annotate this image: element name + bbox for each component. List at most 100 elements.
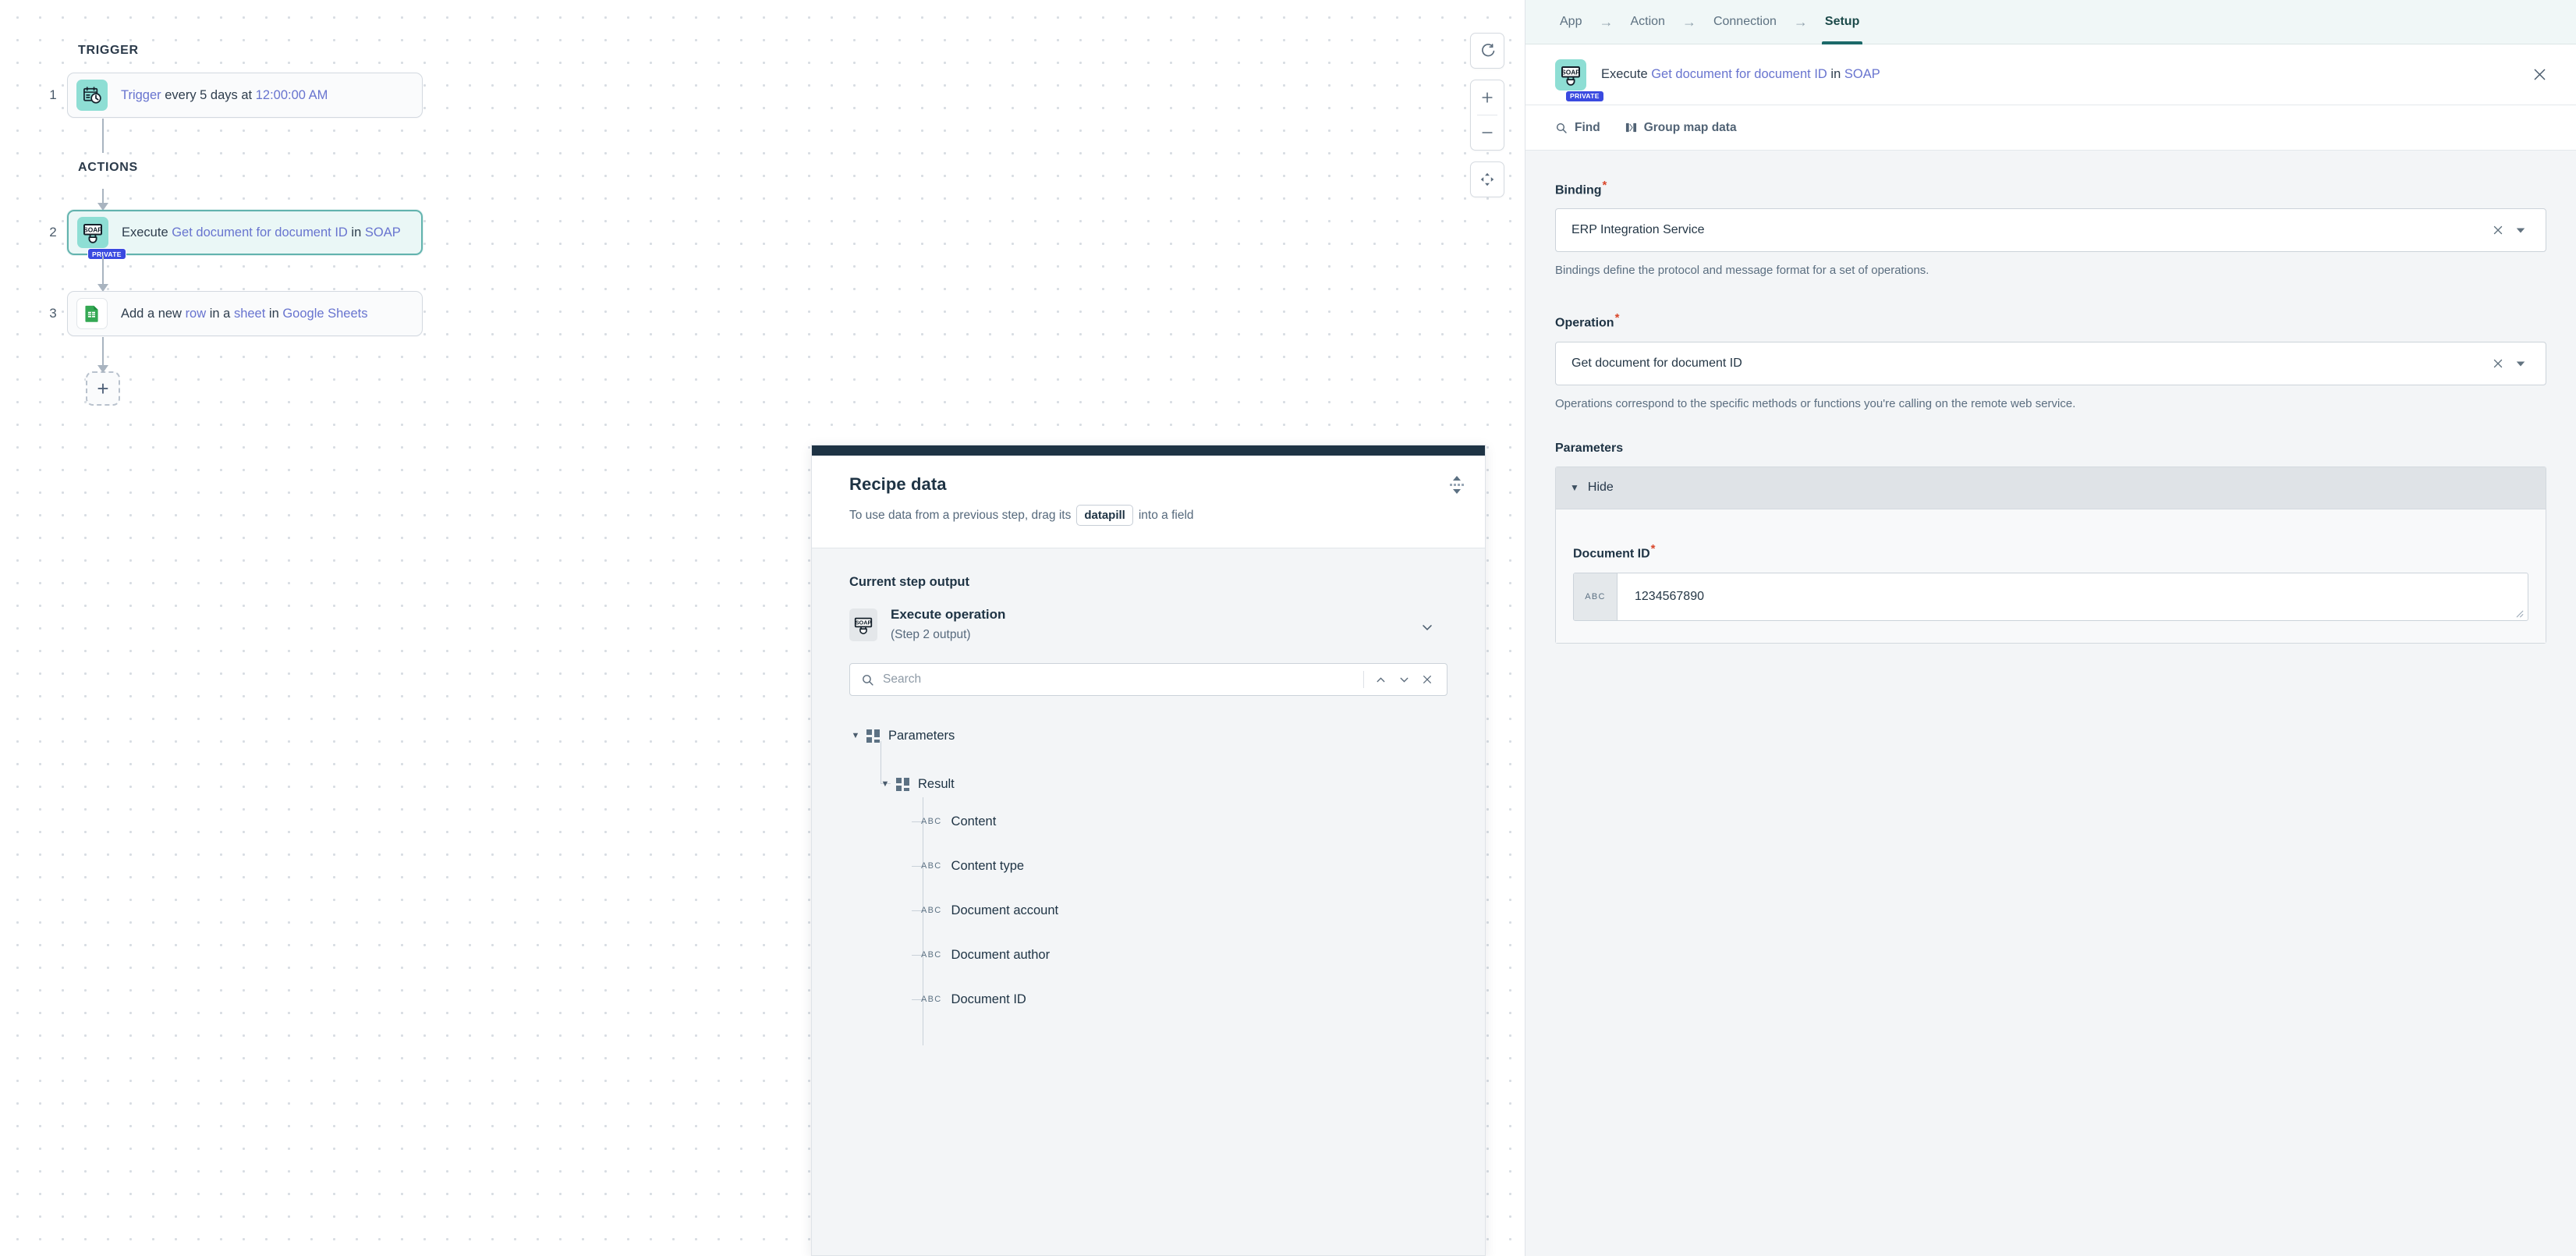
fit-to-screen-icon[interactable] bbox=[1470, 162, 1504, 197]
recipe-flow: TRIGGER 1 bbox=[39, 44, 788, 406]
chevron-down-icon[interactable] bbox=[1419, 619, 1435, 635]
required-marker: * bbox=[1603, 179, 1607, 192]
reset-view-icon[interactable] bbox=[1470, 34, 1504, 68]
recipe-canvas[interactable]: TRIGGER 1 bbox=[0, 0, 1525, 1256]
clear-binding-icon[interactable] bbox=[2486, 223, 2510, 237]
step-number: 2 bbox=[39, 225, 67, 240]
resize-grip-icon[interactable] bbox=[2514, 608, 2525, 619]
datapill-chip[interactable]: datapill bbox=[1076, 505, 1133, 526]
subtitle-after: into a field bbox=[1139, 509, 1194, 523]
search-input[interactable]: Search bbox=[849, 663, 1447, 696]
tab-app[interactable]: App bbox=[1555, 0, 1586, 44]
chevron-down-icon[interactable] bbox=[2510, 358, 2532, 369]
trigger-time: 12:00:00 AM bbox=[256, 88, 328, 102]
tab-action[interactable]: Action bbox=[1625, 0, 1669, 44]
tab-connection[interactable]: Connection bbox=[1709, 0, 1781, 44]
google-sheets-step-card[interactable]: Add a new row in a sheet in Google Sheet… bbox=[67, 291, 423, 336]
tree-node-result[interactable]: ▼ Result bbox=[879, 769, 955, 799]
in-keyword: in bbox=[1827, 67, 1844, 81]
google-sheets-icon bbox=[76, 298, 108, 329]
divider bbox=[1363, 671, 1364, 688]
binding-select[interactable]: ERP Integration Service bbox=[1555, 208, 2546, 252]
chevron-down-icon[interactable] bbox=[2510, 225, 2532, 236]
binding-field-group: Binding* ERP Integration Service Binding… bbox=[1555, 179, 2546, 277]
string-type-icon: ABC bbox=[921, 906, 942, 915]
recipe-data-header: Recipe data To use data from a previous … bbox=[812, 456, 1485, 548]
soap-connector-icon: SOAP PRIVATE bbox=[1555, 59, 1586, 90]
datapill-item[interactable]: ABC Content bbox=[921, 807, 1447, 836]
parameters-label: Parameters bbox=[1555, 442, 2546, 456]
datapill-label: Content type bbox=[951, 859, 1025, 874]
tree-stub bbox=[912, 955, 922, 956]
datapill-label: Document account bbox=[951, 903, 1059, 918]
step-row-1[interactable]: 1 Trigger every 5 days at 12:0 bbox=[39, 72, 788, 119]
datapill-item[interactable]: ABC Document ID bbox=[921, 985, 1447, 1014]
binding-label: Binding* bbox=[1555, 179, 2546, 197]
zoom-controls[interactable] bbox=[1470, 80, 1504, 151]
string-type-icon: ABC bbox=[921, 817, 942, 826]
execute-keyword: Execute bbox=[1601, 67, 1651, 81]
step-output-title: Execute operation bbox=[891, 607, 1005, 623]
string-type-icon: ABC bbox=[921, 995, 942, 1004]
calendar-clock-icon bbox=[76, 80, 108, 111]
tab-setup[interactable]: Setup bbox=[1820, 0, 1864, 44]
datapill-label: Document author bbox=[951, 948, 1051, 963]
trigger-step-card[interactable]: Trigger every 5 days at 12:00:00 AM bbox=[67, 73, 423, 118]
search-next-button[interactable] bbox=[1392, 668, 1416, 691]
trigger-schedule-text: every 5 days at bbox=[161, 88, 256, 102]
in-keyword: in bbox=[348, 225, 365, 239]
tree-stub bbox=[912, 999, 922, 1000]
recipe-data-title: Recipe data bbox=[849, 474, 1447, 495]
group-map-data-button[interactable]: Group map data bbox=[1625, 121, 1737, 135]
operation-name: Get document for document ID bbox=[172, 225, 348, 239]
caret-down-icon[interactable]: ▼ bbox=[879, 779, 891, 789]
search-prev-button[interactable] bbox=[1369, 668, 1392, 691]
tree-node-parameters[interactable]: ▼ Parameters bbox=[849, 721, 1447, 750]
spacer bbox=[1555, 277, 2546, 311]
caret-down-icon[interactable]: ▼ bbox=[849, 731, 862, 740]
zoom-out-button[interactable] bbox=[1470, 115, 1504, 150]
close-icon[interactable] bbox=[2526, 62, 2553, 88]
document-id-field[interactable]: ABC 1234567890 bbox=[1573, 573, 2528, 621]
private-badge: PRIVATE bbox=[1565, 90, 1604, 102]
step-output-row[interactable]: SOAP Execute operation (Step 2 output) bbox=[849, 607, 1447, 642]
operation-name[interactable]: Get document for document ID bbox=[1651, 67, 1827, 81]
datapill-item[interactable]: ABC Document account bbox=[921, 896, 1447, 925]
current-step-output-label: Current step output bbox=[849, 575, 1447, 590]
caret-down-icon[interactable]: ▼ bbox=[1570, 482, 1579, 493]
document-id-value[interactable]: 1234567890 bbox=[1618, 573, 2528, 620]
string-type-icon: ABC bbox=[921, 950, 942, 960]
operation-label: Operation* bbox=[1555, 311, 2546, 330]
datapill-item[interactable]: ABC Document author bbox=[921, 940, 1447, 970]
required-marker: * bbox=[1615, 311, 1620, 325]
search-clear-button[interactable] bbox=[1416, 668, 1439, 691]
fit-to-screen-button[interactable] bbox=[1470, 161, 1504, 197]
soap-connector-icon: SOAP PRIVATE bbox=[77, 217, 108, 248]
find-button[interactable]: Find bbox=[1555, 121, 1600, 135]
datapill-label: Document ID bbox=[951, 992, 1026, 1007]
required-marker: * bbox=[1651, 542, 1656, 555]
zoom-in-button[interactable] bbox=[1470, 80, 1504, 115]
tree-stub bbox=[912, 866, 922, 867]
tree-branch-connector: ▼ Result bbox=[849, 750, 1447, 793]
soap-step-label: Execute Get document for document ID in … bbox=[122, 225, 401, 240]
recipe-data-panel: Recipe data To use data from a previous … bbox=[811, 445, 1486, 1256]
document-id-label: Document ID* bbox=[1573, 542, 2528, 561]
add-step-button[interactable]: + bbox=[86, 371, 120, 406]
step-row-3[interactable]: 3 Add a new row in a sheet in Google She… bbox=[39, 290, 788, 337]
reset-view-button[interactable] bbox=[1470, 33, 1504, 69]
drag-handle-icon[interactable] bbox=[1450, 476, 1464, 494]
trigger-section-label: TRIGGER bbox=[78, 44, 788, 58]
step-row-2[interactable]: 2 SOAP PRIVATE Execute Get document for … bbox=[39, 209, 788, 256]
object-type-icon bbox=[866, 729, 880, 743]
clear-operation-icon[interactable] bbox=[2486, 357, 2510, 371]
operation-select[interactable]: Get document for document ID bbox=[1555, 342, 2546, 385]
connector-arrow bbox=[97, 365, 108, 373]
recipe-data-body: Current step output SOAP Execute operati… bbox=[812, 548, 1485, 1255]
breadcrumb-arrow-icon: → bbox=[1670, 14, 1709, 30]
hide-toggle[interactable]: ▼ Hide bbox=[1556, 467, 2546, 509]
app-name[interactable]: SOAP bbox=[1844, 67, 1880, 81]
datapill-item[interactable]: ABC Content type bbox=[921, 851, 1447, 881]
soap-action-step-card[interactable]: SOAP PRIVATE Execute Get document for do… bbox=[67, 210, 423, 255]
recipe-editor-app: TRIGGER 1 bbox=[0, 0, 2576, 1256]
